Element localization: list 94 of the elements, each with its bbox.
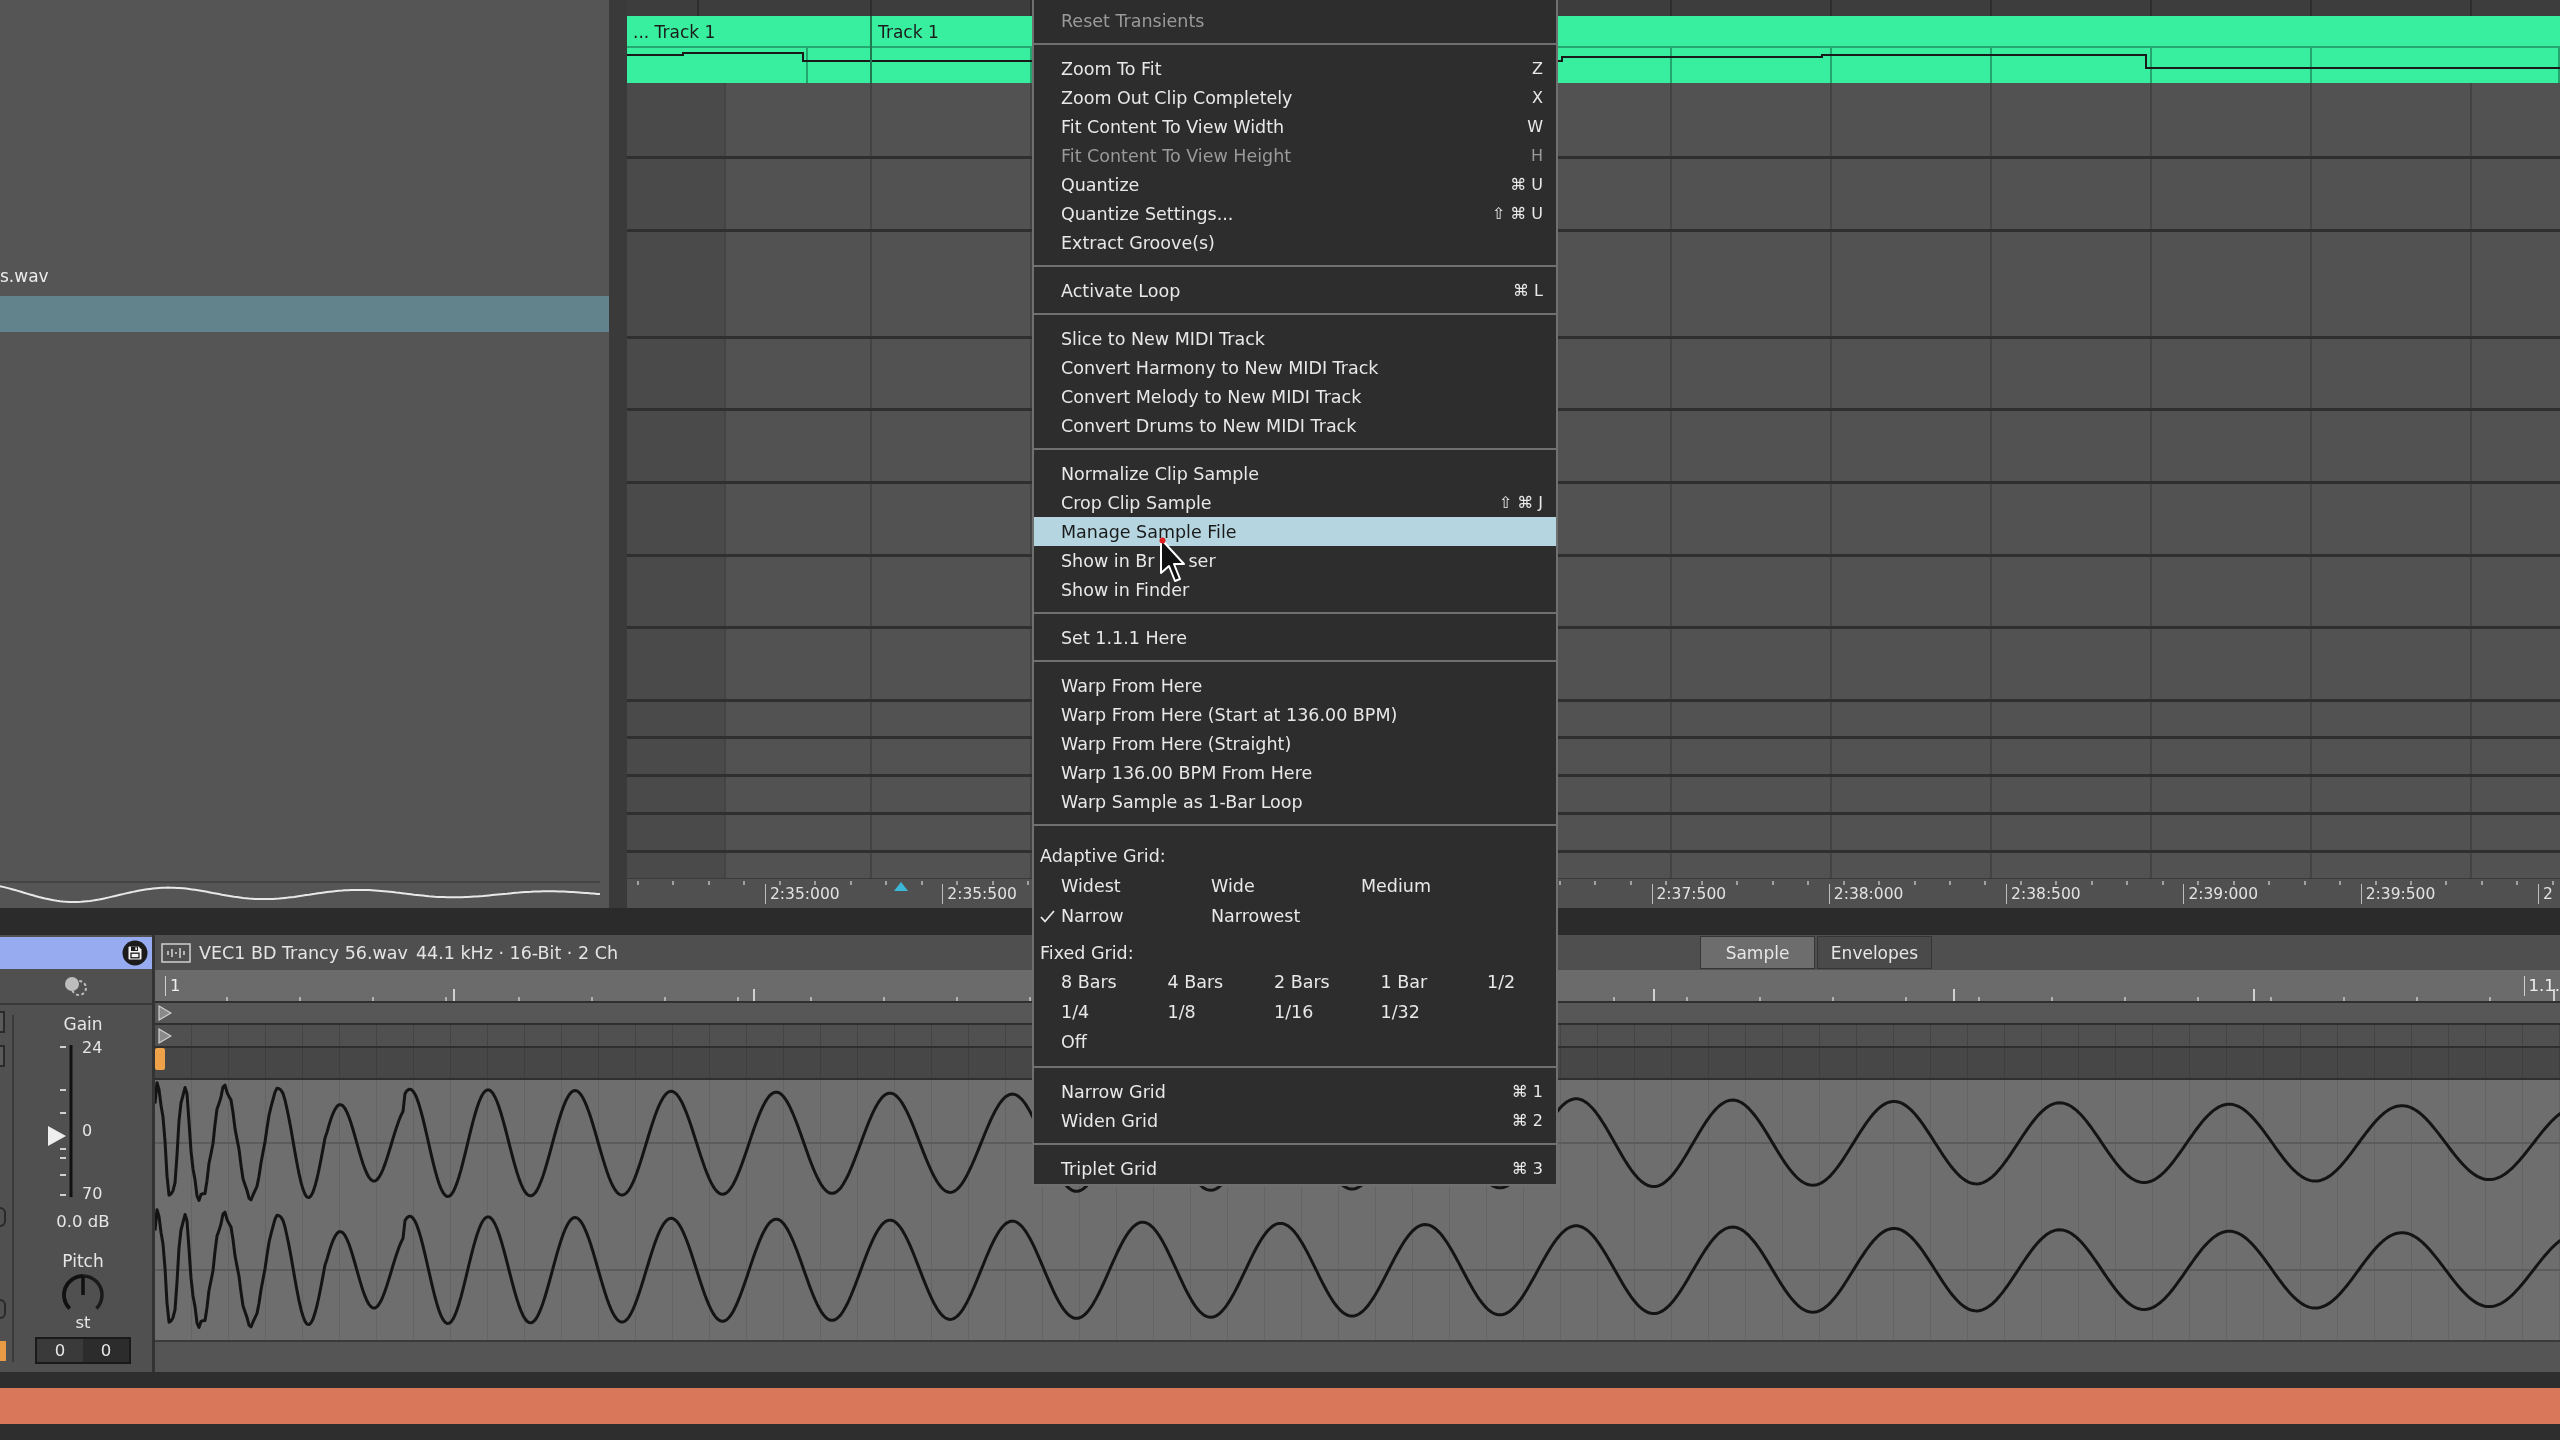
menu-item[interactable]: Triplet Grid ⌘ 3 <box>1034 1154 1556 1183</box>
menu-option[interactable]: Widest <box>1040 871 1190 901</box>
menu-option[interactable]: Narrowest <box>1190 901 1301 931</box>
menu-item[interactable]: Slice to New MIDI Track <box>1034 324 1556 353</box>
triangle-marker-icon[interactable] <box>158 1027 172 1044</box>
loop-marker-icon[interactable] <box>155 1048 165 1070</box>
tab[interactable]: Envelopes <box>1817 936 1932 969</box>
track-bar[interactable] <box>0 1388 2560 1424</box>
keyboard-shortcut: W <box>1527 117 1543 136</box>
scale-label: 0 <box>82 1122 94 1140</box>
menu-option[interactable]: 1 Bar <box>1359 967 1466 997</box>
menu-item[interactable]: Manage Sample File <box>1034 517 1556 546</box>
dashed-circle-icon[interactable] <box>64 976 88 996</box>
menu-item[interactable]: Convert Melody to New MIDI Track <box>1034 382 1556 411</box>
menu-item[interactable]: Quantize Settings... ⇧ ⌘ U <box>1034 199 1556 228</box>
bar-number: 1 <box>165 975 181 996</box>
keyboard-shortcut: Z <box>1532 59 1543 78</box>
keyboard-shortcut: ⌘ 1 <box>1511 1082 1543 1101</box>
toggle-edge[interactable] <box>0 1341 6 1361</box>
menu-option[interactable]: 1/2 <box>1466 967 1516 997</box>
menu-heading: Fixed Grid: <box>1039 942 1135 965</box>
scale-label: 70 <box>82 1185 104 1203</box>
menu-item[interactable]: Activate Loop ⌘ L <box>1034 276 1556 305</box>
scale-label: 24 <box>82 1039 104 1057</box>
clip-header[interactable] <box>0 937 152 969</box>
menu-item[interactable]: Convert Drums to New MIDI Track <box>1034 411 1556 440</box>
time-label: 2:35:000 <box>765 884 840 904</box>
keyboard-shortcut: H <box>1530 146 1543 165</box>
sample-name: VEC1 BD Trancy 56.wav <box>199 942 408 963</box>
gain-label: Gain <box>63 1013 103 1035</box>
menu-option[interactable]: Medium <box>1340 871 1431 901</box>
menu-item[interactable]: Set 1.1.1 Here <box>1034 623 1556 652</box>
keyboard-shortcut: ⌘ L <box>1513 281 1543 300</box>
pitch-label: Pitch <box>62 1250 104 1272</box>
menu-item[interactable]: Zoom Out Clip Completely X <box>1034 83 1556 112</box>
sample-info: 44.1 kHz · 16-Bit · 2 Ch <box>415 942 618 963</box>
time-label: 2:38:500 <box>2006 884 2081 904</box>
tab[interactable]: Sample <box>1700 936 1815 969</box>
menu-option[interactable]: 4 Bars <box>1146 967 1253 997</box>
menu-item[interactable]: Show in Finder <box>1034 575 1556 604</box>
menu-option[interactable]: Wide <box>1190 871 1340 901</box>
file-item[interactable]: s.wav <box>0 258 609 294</box>
menu-option[interactable]: 1/32 <box>1359 997 1420 1027</box>
menu-option[interactable]: 1/8 <box>1146 997 1253 1027</box>
menu-option[interactable]: Off <box>1040 1027 1087 1057</box>
menu-item[interactable]: Convert Harmony to New MIDI Track <box>1034 353 1556 382</box>
knob-edge[interactable] <box>0 1207 6 1227</box>
menu-item[interactable]: Extract Groove(s) <box>1034 228 1556 257</box>
floppy-disk-icon[interactable] <box>122 940 148 966</box>
menu-item[interactable]: Quantize ⌘ U <box>1034 170 1556 199</box>
audio-clip[interactable]: ... Track 1 <box>627 16 870 83</box>
time-label: 2:39:500 <box>2360 884 2436 904</box>
menu-item[interactable]: Narrow Grid ⌘ 1 <box>1034 1077 1556 1106</box>
menu-item[interactable]: Warp From Here <box>1034 671 1556 700</box>
menu-item[interactable]: Warp From Here (Straight) <box>1034 729 1556 758</box>
time-label: 2:37:500 <box>1651 884 1727 904</box>
pitch-unit: st <box>75 1314 91 1332</box>
gain-value: 0.0 dB <box>56 1211 110 1233</box>
time-label: 2:35:500 <box>942 884 1017 904</box>
keyboard-shortcut: ⌘ 3 <box>1511 1159 1543 1178</box>
clip-title: Track 1 <box>878 22 939 42</box>
slider-handle[interactable] <box>48 1126 66 1147</box>
menu-item[interactable]: Show in Br ser <box>1034 546 1556 575</box>
keyboard-shortcut: ⌘ U <box>1510 175 1543 194</box>
clip-title: ... Track 1 <box>633 22 716 42</box>
menu-item[interactable]: Normalize Clip Sample <box>1034 459 1556 488</box>
button-edge[interactable] <box>0 1045 5 1067</box>
time-label: 2:38:000 <box>1828 884 1904 904</box>
bar-number: 1.1. <box>2523 975 2560 996</box>
menu-option[interactable]: Narrow <box>1040 901 1190 931</box>
menu-option[interactable]: 1/16 <box>1253 997 1360 1027</box>
menu-item[interactable]: Zoom To Fit Z <box>1034 54 1556 83</box>
menu-item[interactable]: Warp From Here (Start at 136.00 BPM) <box>1034 700 1556 729</box>
keyboard-shortcut: ⇧ ⌘ J <box>1498 493 1543 512</box>
keyboard-shortcut: ⌘ 2 <box>1511 1111 1543 1130</box>
menu-item[interactable]: Widen Grid ⌘ 2 <box>1034 1106 1556 1135</box>
triangle-marker-icon[interactable] <box>158 1005 172 1021</box>
menu-item[interactable]: Warp Sample as 1-Bar Loop <box>1034 787 1556 816</box>
knob-edge[interactable] <box>0 1299 6 1319</box>
menu-heading: Adaptive Grid: <box>1039 845 1167 868</box>
menu-item[interactable]: Fit Content To View Width W <box>1034 112 1556 141</box>
time-label: 2:39:000 <box>2183 884 2258 904</box>
waveform-icon <box>161 942 191 963</box>
checkmark-icon <box>1040 909 1055 923</box>
menu-item[interactable]: Crop Clip Sample ⇧ ⌘ J <box>1034 488 1556 517</box>
keyboard-shortcut: X <box>1532 88 1543 107</box>
menu-item[interactable]: Warp 136.00 BPM From Here <box>1034 758 1556 787</box>
button-edge[interactable] <box>0 1011 5 1033</box>
menu-option[interactable]: 1/4 <box>1040 997 1147 1027</box>
menu-option[interactable]: 2 Bars <box>1253 967 1360 997</box>
time-label: 2 <box>2538 884 2553 904</box>
keyboard-shortcut: ⇧ ⌘ U <box>1491 204 1543 223</box>
menu-option[interactable]: 8 Bars <box>1040 967 1147 997</box>
triangle-marker-icon[interactable] <box>894 882 908 891</box>
